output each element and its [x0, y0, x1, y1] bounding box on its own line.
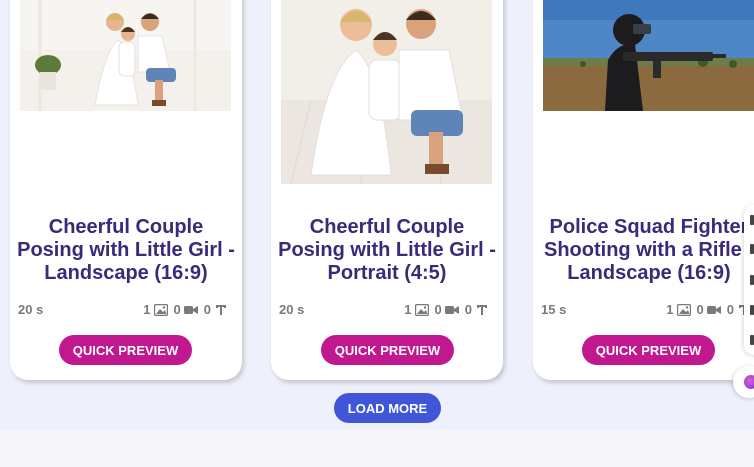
video-camera-icon [706, 305, 721, 314]
image-icon [153, 303, 168, 316]
template-meta: 20 s 1 0 0 [271, 302, 503, 320]
template-title[interactable]: Cheerful Couple Posing with Little Girl … [10, 216, 242, 285]
duration-label: 20 s [18, 302, 44, 317]
quick-preview-button[interactable]: QUICK PREVIEW [59, 335, 192, 365]
text-icon [477, 304, 487, 315]
template-thumbnail[interactable] [543, 0, 754, 111]
quick-preview-button[interactable]: QUICK PREVIEW [321, 335, 454, 365]
police-fighter-image [543, 0, 754, 111]
assistant-icon [744, 375, 754, 389]
toolbar-icon[interactable] [750, 215, 754, 225]
text-count: 0 [204, 302, 228, 317]
quick-preview-button[interactable]: QUICK PREVIEW [582, 335, 715, 365]
video-camera-icon [444, 305, 459, 314]
text-icon [216, 304, 226, 315]
image-count: 1 [666, 302, 691, 317]
duration-label: 15 s [541, 302, 567, 317]
toolbar-icon[interactable] [750, 275, 754, 285]
load-more-button[interactable]: LOAD MORE [334, 393, 441, 423]
template-card[interactable]: Police Squad Fighter Shooting with a Rif… [533, 0, 754, 380]
template-card[interactable]: Cheerful Couple Posing with Little Girl … [271, 0, 503, 380]
family-photo-image [20, 0, 231, 111]
video-count: 0 [697, 302, 721, 317]
image-icon [414, 303, 429, 316]
toolbar-icon[interactable] [750, 335, 754, 345]
video-count: 0 [435, 302, 459, 317]
image-count: 1 [404, 302, 429, 317]
template-title[interactable]: Cheerful Couple Posing with Little Girl … [271, 216, 503, 285]
video-count: 0 [174, 302, 198, 317]
family-photo-image [281, 0, 492, 184]
template-title[interactable]: Police Squad Fighter Shooting with a Rif… [533, 216, 754, 285]
toolbar-icon[interactable] [750, 305, 754, 315]
template-meta: 20 s 1 0 0 [10, 302, 242, 320]
image-icon [676, 303, 691, 316]
duration-label: 20 s [279, 302, 305, 317]
image-count: 1 [143, 302, 168, 317]
template-thumbnail[interactable] [281, 0, 492, 184]
video-camera-icon [183, 305, 198, 314]
text-count: 0 [465, 302, 489, 317]
template-card[interactable]: Cheerful Couple Posing with Little Girl … [10, 0, 242, 380]
template-thumbnail[interactable] [20, 0, 231, 111]
toolbar-icon[interactable] [750, 244, 754, 254]
template-meta: 15 s 1 0 0 [533, 302, 754, 320]
